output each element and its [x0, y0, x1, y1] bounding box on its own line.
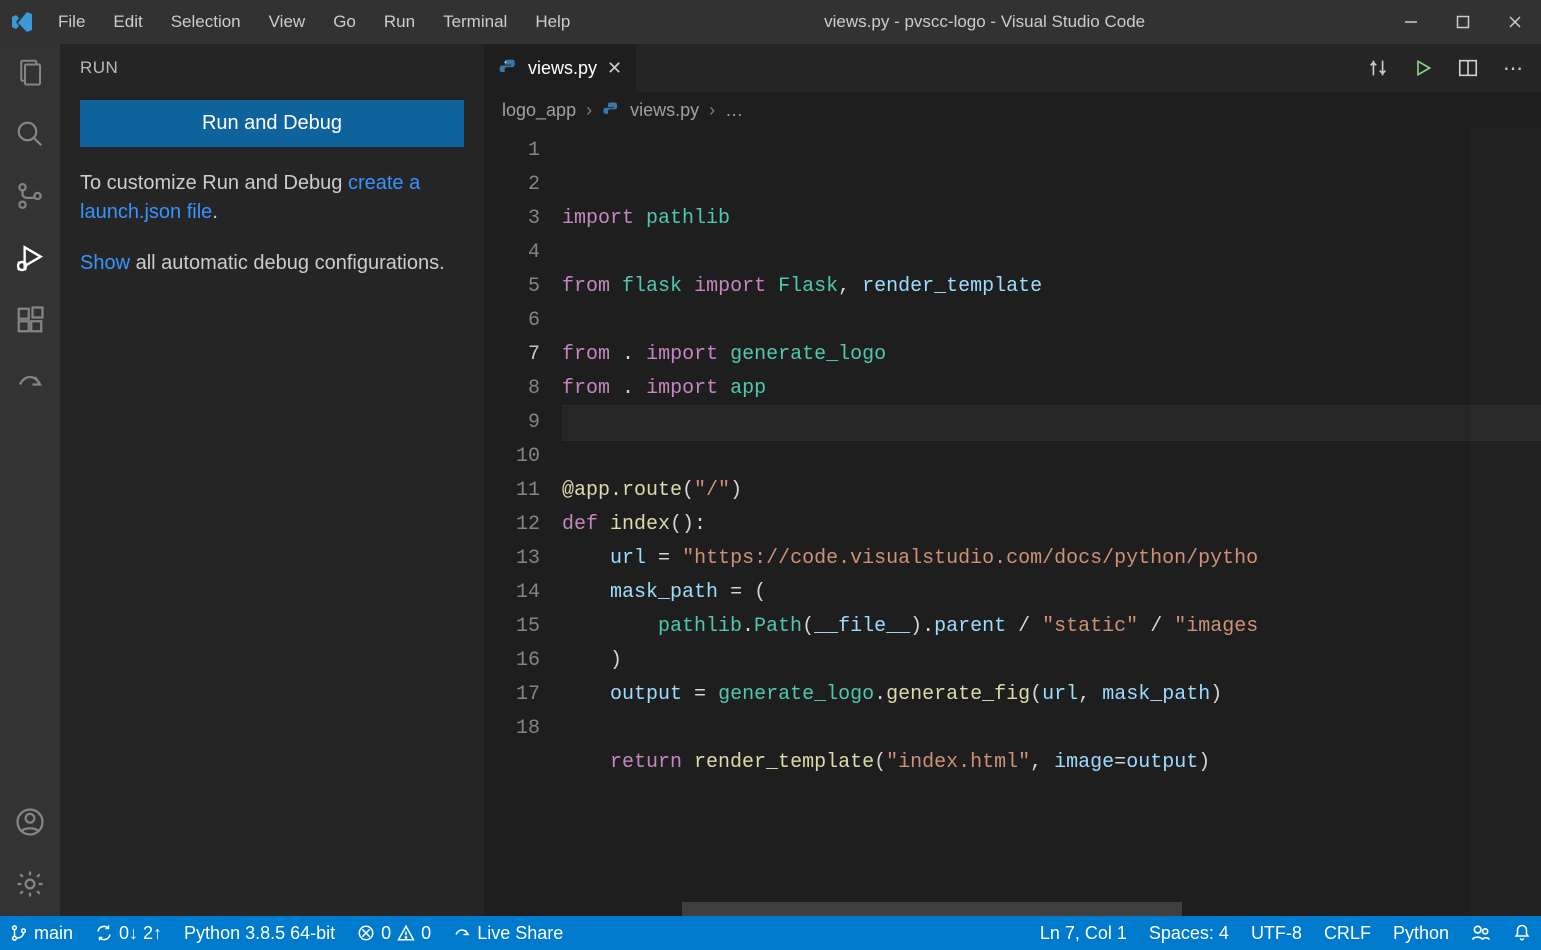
code-line[interactable] [562, 236, 1541, 270]
git-branch[interactable]: main [10, 923, 73, 944]
help-suffix: . [212, 201, 218, 223]
python-file-icon [498, 58, 518, 78]
help-prefix: To customize Run and Debug [80, 172, 348, 194]
show-link[interactable]: Show [80, 252, 130, 274]
main-area: RUN Run and Debug To customize Run and D… [0, 44, 1541, 916]
code-line[interactable]: return render_template("index.html", ima… [562, 746, 1541, 780]
tab-actions: ⋯ [1367, 44, 1541, 92]
explorer-icon[interactable] [12, 54, 48, 90]
code-line[interactable] [562, 406, 1541, 440]
error-count: 0 [381, 923, 391, 944]
minimize-button[interactable] [1385, 0, 1437, 44]
sidebar-show-text: Show all automatic debug configurations. [80, 249, 464, 278]
accounts-icon[interactable] [12, 804, 48, 840]
settings-gear-icon[interactable] [12, 866, 48, 902]
indentation[interactable]: Spaces: 4 [1149, 923, 1229, 944]
extensions-icon[interactable] [12, 302, 48, 338]
code-line[interactable] [562, 440, 1541, 474]
code-line[interactable]: @app.route("/") [562, 474, 1541, 508]
breadcrumb-tail[interactable]: … [725, 100, 743, 121]
close-icon[interactable]: ✕ [607, 58, 622, 79]
encoding[interactable]: UTF-8 [1251, 923, 1302, 944]
horizontal-scrollbar[interactable] [682, 902, 1182, 916]
activity-bar [0, 44, 60, 916]
python-interpreter[interactable]: Python 3.8.5 64-bit [184, 923, 335, 944]
line-gutter: 123456789101112131415161718 [484, 128, 562, 916]
code-line[interactable]: from flask import Flask, render_template [562, 270, 1541, 304]
code-line[interactable] [562, 304, 1541, 338]
menu-edit[interactable]: Edit [99, 12, 156, 32]
maximize-button[interactable] [1437, 0, 1489, 44]
chevron-right-icon: › [586, 100, 592, 121]
window-controls [1385, 0, 1541, 44]
more-icon[interactable]: ⋯ [1503, 56, 1523, 81]
close-button[interactable] [1489, 0, 1541, 44]
show-suffix: all automatic debug configurations. [130, 252, 445, 274]
split-editor-icon[interactable] [1457, 57, 1479, 79]
feedback-icon[interactable] [1471, 923, 1491, 943]
menubar: FileEditSelectionViewGoRunTerminalHelp [44, 12, 584, 32]
code-line[interactable]: mask_path = ( [562, 576, 1541, 610]
tab-views-py[interactable]: views.py ✕ [484, 44, 637, 92]
menu-terminal[interactable]: Terminal [429, 12, 521, 32]
editor-tabs: views.py ✕ ⋯ [484, 44, 1541, 92]
share-icon[interactable] [12, 364, 48, 400]
menu-help[interactable]: Help [521, 12, 584, 32]
code-line[interactable]: def index(): [562, 508, 1541, 542]
breadcrumb-folder[interactable]: logo_app [502, 100, 576, 121]
source-control-icon[interactable] [12, 178, 48, 214]
run-debug-icon[interactable] [12, 240, 48, 276]
python-file-icon [602, 101, 620, 119]
code-line[interactable] [562, 780, 1541, 814]
sync-status[interactable]: 0↓ 2↑ [95, 923, 162, 944]
run-icon[interactable] [1413, 58, 1433, 78]
code-line[interactable]: pathlib.Path(__file__).parent / "static"… [562, 610, 1541, 644]
vscode-logo-icon [0, 10, 44, 34]
sidebar-help-text: To customize Run and Debug create a laun… [80, 169, 464, 227]
language-mode[interactable]: Python [1393, 923, 1449, 944]
code-line[interactable]: import pathlib [562, 202, 1541, 236]
menu-view[interactable]: View [255, 12, 320, 32]
status-bar: main 0↓ 2↑ Python 3.8.5 64-bit 0 0 Live … [0, 916, 1541, 950]
run-and-debug-button[interactable]: Run and Debug [80, 100, 464, 147]
branch-name: main [34, 923, 73, 944]
chevron-right-icon: › [709, 100, 715, 121]
menu-go[interactable]: Go [319, 12, 370, 32]
live-share[interactable]: Live Share [453, 923, 563, 944]
warning-count: 0 [421, 923, 431, 944]
code-content[interactable]: import pathlib from flask import Flask, … [562, 128, 1541, 916]
titlebar: FileEditSelectionViewGoRunTerminalHelp v… [0, 0, 1541, 44]
eol[interactable]: CRLF [1324, 923, 1371, 944]
code-line[interactable]: output = generate_logo.generate_fig(url,… [562, 678, 1541, 712]
sidebar-title: RUN [80, 58, 464, 78]
minimap[interactable] [1471, 128, 1541, 916]
run-sidebar: RUN Run and Debug To customize Run and D… [60, 44, 484, 916]
breadcrumb-file[interactable]: views.py [630, 100, 699, 121]
code-line[interactable]: ) [562, 644, 1541, 678]
code-line[interactable]: from . import app [562, 372, 1541, 406]
window-title: views.py - pvscc-logo - Visual Studio Co… [584, 12, 1385, 32]
menu-run[interactable]: Run [370, 12, 429, 32]
breadcrumbs[interactable]: logo_app › views.py › … [484, 92, 1541, 128]
menu-file[interactable]: File [44, 12, 99, 32]
compare-icon[interactable] [1367, 57, 1389, 79]
search-icon[interactable] [12, 116, 48, 152]
cursor-position[interactable]: Ln 7, Col 1 [1040, 923, 1127, 944]
problems-status[interactable]: 0 0 [357, 923, 431, 944]
code-editor[interactable]: 123456789101112131415161718 import pathl… [484, 128, 1541, 916]
code-line[interactable]: url = "https://code.visualstudio.com/doc… [562, 542, 1541, 576]
editor-area: views.py ✕ ⋯ logo_app › views.py › … 123… [484, 44, 1541, 916]
code-line[interactable] [562, 712, 1541, 746]
notifications-icon[interactable] [1513, 924, 1531, 942]
sync-text: 0↓ 2↑ [119, 923, 162, 944]
tab-label: views.py [528, 58, 597, 79]
menu-selection[interactable]: Selection [157, 12, 255, 32]
code-line[interactable]: from . import generate_logo [562, 338, 1541, 372]
